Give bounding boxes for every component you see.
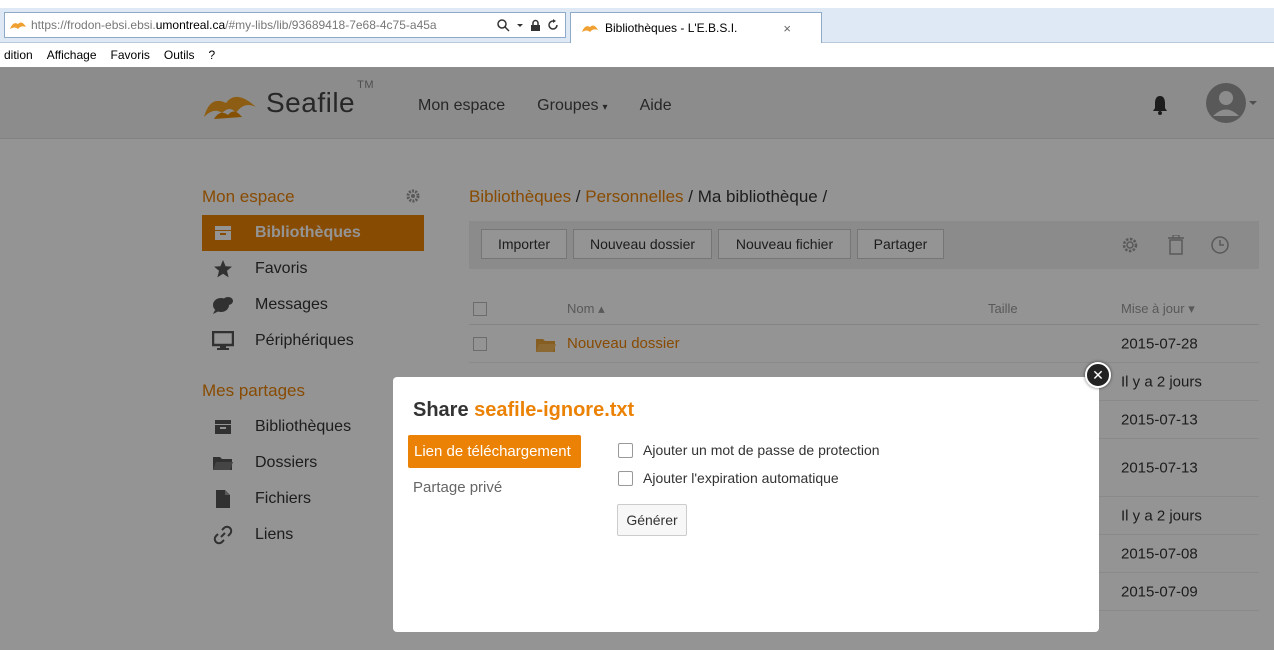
url-field[interactable]: https://frodon-ebsi.ebsi.umontreal.ca/#m… bbox=[4, 12, 566, 38]
generate-button[interactable]: Générer bbox=[617, 504, 687, 536]
refresh-icon[interactable] bbox=[547, 18, 559, 32]
menu-edit[interactable]: dition bbox=[4, 48, 33, 62]
dialog-title: Share seafile-ignore.txt bbox=[413, 399, 634, 422]
chevron-down-icon[interactable] bbox=[516, 19, 524, 32]
option-password-label: Ajouter un mot de passe de protection bbox=[643, 442, 880, 458]
menu-help[interactable]: ? bbox=[209, 48, 216, 62]
lock-icon[interactable] bbox=[530, 19, 541, 32]
url-text: https://frodon-ebsi.ebsi.umontreal.ca/#m… bbox=[31, 18, 437, 32]
dialog-title-prefix: Share bbox=[413, 399, 475, 421]
menu-tools[interactable]: Outils bbox=[164, 48, 195, 62]
menu-favorites[interactable]: Favoris bbox=[111, 48, 150, 62]
tab-title: Bibliothèques - L'E.B.S.I. bbox=[605, 21, 738, 35]
option-expiry[interactable]: Ajouter l'expiration automatique bbox=[618, 470, 839, 486]
screen: https://frodon-ebsi.ebsi.umontreal.ca/#m… bbox=[0, 0, 1274, 650]
tab-private-share[interactable]: Partage privé bbox=[408, 471, 581, 504]
seafile-favicon-icon bbox=[10, 22, 26, 29]
close-icon[interactable]: ✕ bbox=[1085, 362, 1111, 388]
option-password[interactable]: Ajouter un mot de passe de protection bbox=[618, 442, 880, 458]
dialog-title-filename: seafile-ignore.txt bbox=[474, 399, 635, 421]
expiry-checkbox[interactable] bbox=[618, 470, 633, 486]
menu-view[interactable]: Affichage bbox=[47, 48, 97, 62]
password-checkbox[interactable] bbox=[618, 442, 633, 458]
browser-tab[interactable]: Bibliothèques - L'E.B.S.I. × bbox=[570, 12, 822, 43]
tab-download-link[interactable]: Lien de téléchargement bbox=[408, 435, 581, 468]
share-dialog: Share seafile-ignore.txt Lien de télécha… bbox=[393, 377, 1099, 632]
option-expiry-label: Ajouter l'expiration automatique bbox=[643, 470, 839, 486]
seafile-favicon-icon bbox=[582, 25, 598, 32]
browser-address-bar: https://frodon-ebsi.ebsi.umontreal.ca/#m… bbox=[0, 8, 1274, 43]
browser-menu-bar: dition Affichage Favoris Outils ? bbox=[0, 43, 1274, 67]
tab-close-icon[interactable]: × bbox=[783, 21, 791, 36]
search-icon[interactable] bbox=[497, 18, 510, 32]
url-tools bbox=[491, 18, 565, 32]
